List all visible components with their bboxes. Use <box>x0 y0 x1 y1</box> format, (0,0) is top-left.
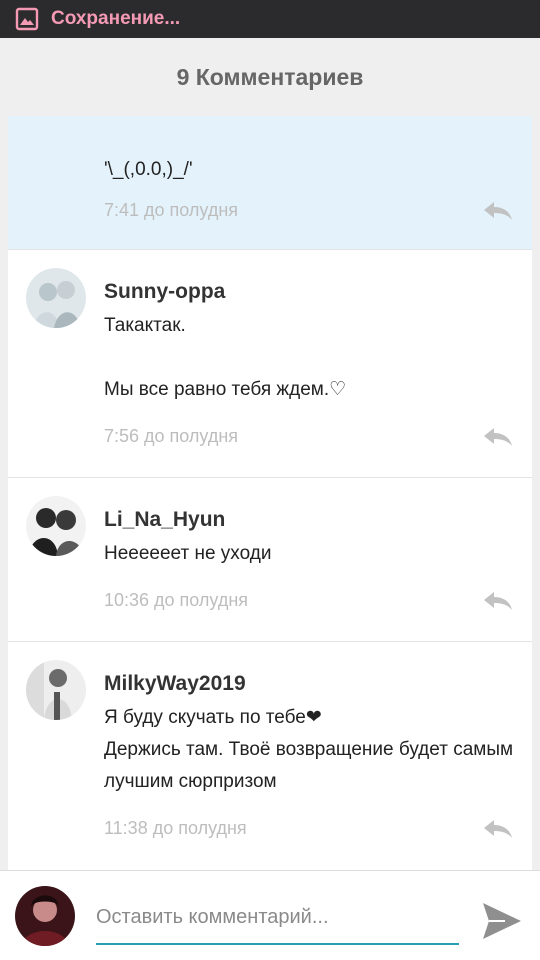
comment-composer <box>0 870 540 960</box>
comment-input[interactable] <box>96 895 459 939</box>
comment-author[interactable]: Sunny-oppa <box>104 280 516 304</box>
comments-list: '\_(,0.0,)_/' 7:41 до полудня Sunny-oppa… <box>8 116 532 870</box>
avatar[interactable] <box>26 660 86 720</box>
comment-item[interactable]: Sunny-oppa Такактак. Мы все равно тебя ж… <box>8 250 532 478</box>
avatar[interactable] <box>26 496 86 556</box>
comment-time: 11:38 до полудня <box>104 818 247 838</box>
status-text: Сохранение... <box>51 8 181 29</box>
comment-author[interactable]: MilkyWay2019 <box>104 672 516 696</box>
status-bar: Сохранение... <box>0 0 540 38</box>
comment-time: 7:56 до полудня <box>104 426 239 446</box>
comment-text: Неееееет не уходи <box>104 543 272 564</box>
user-avatar[interactable] <box>15 886 75 946</box>
comment-time: 10:36 до полудня <box>104 590 249 610</box>
comment-item[interactable]: '\_(,0.0,)_/' 7:41 до полудня <box>8 116 532 250</box>
reply-icon[interactable] <box>482 426 514 448</box>
comment-text: Такактак. Мы все равно тебя ждем.♡ <box>104 315 347 400</box>
comment-author[interactable]: Li_Na_Hyun <box>104 508 516 532</box>
page-title: 9 Комментариев <box>176 63 364 90</box>
reply-icon[interactable] <box>482 818 514 840</box>
comment-input-wrapper <box>96 895 459 945</box>
comment-time: 7:41 до полудня <box>104 200 239 220</box>
comment-item[interactable]: Li_Na_Hyun Неееееет не уходи 10:36 до по… <box>8 478 532 642</box>
comment-text: '\_(,0.0,)_/' <box>104 159 193 180</box>
comment-item[interactable]: MilkyWay2019 Я буду скучать по тебе❤ Дер… <box>8 642 532 870</box>
avatar[interactable] <box>26 268 86 328</box>
comment-text: Я буду скучать по тебе❤ Держись там. Тво… <box>104 707 514 792</box>
reply-icon[interactable] <box>482 590 514 612</box>
reply-icon[interactable] <box>482 200 514 222</box>
send-icon[interactable] <box>481 901 523 941</box>
image-icon <box>15 7 39 31</box>
